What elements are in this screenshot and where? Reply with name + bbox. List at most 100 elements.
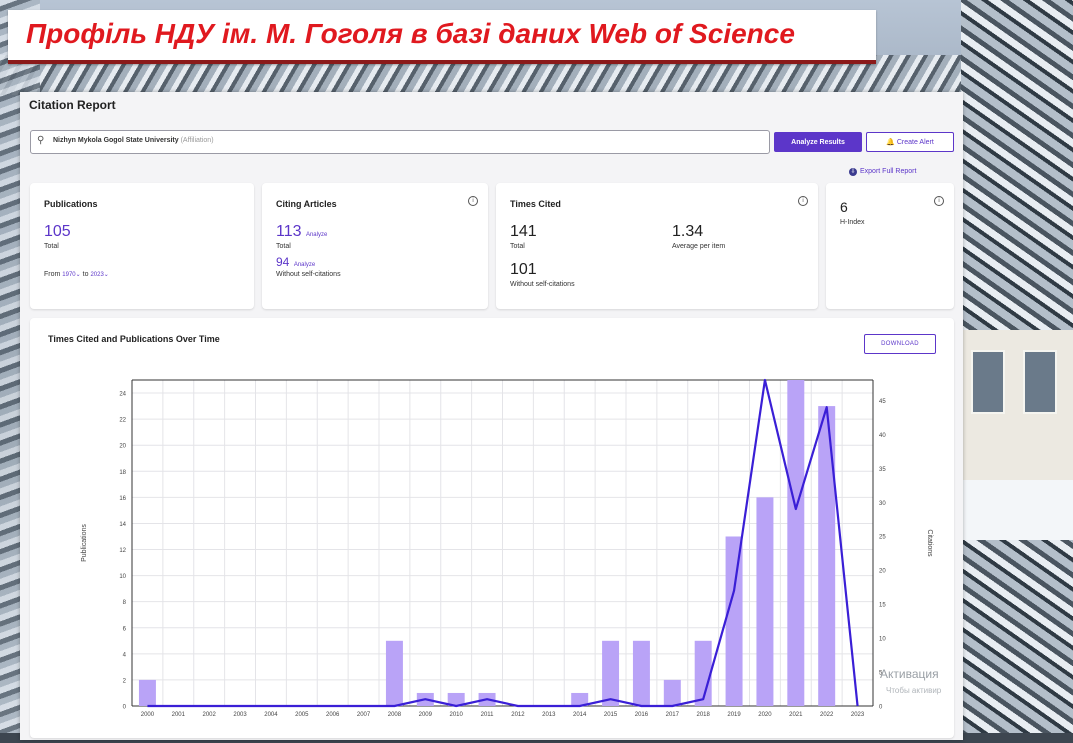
analyze-results-button[interactable]: Analyze Results <box>774 132 862 152</box>
bar-publications <box>787 380 805 706</box>
y2-tick-label: 40 <box>879 433 886 439</box>
times-cited-without-self: 101 <box>510 261 537 278</box>
y2-tick-label: 35 <box>879 467 886 473</box>
x-tick-label: 2017 <box>666 712 680 718</box>
analyze-link[interactable]: Analyze <box>306 232 327 238</box>
times-cited-without-self-label: Without self-citations <box>510 281 575 288</box>
citing-articles-title: Citing Articles <box>276 199 337 209</box>
x-tick-label: 2018 <box>697 712 711 718</box>
info-icon[interactable]: i <box>934 196 944 206</box>
x-tick-label: 2021 <box>789 712 803 718</box>
x-tick-label: 2000 <box>141 712 155 718</box>
publications-card: Publications 105 Total From 1970⌄ to 202… <box>30 183 254 309</box>
x-tick-label: 2002 <box>203 712 217 718</box>
y2-tick-label: 30 <box>879 501 886 507</box>
y2-tick-label: 25 <box>879 535 886 541</box>
windows-activation-watermark: Активация <box>880 667 939 681</box>
y-tick-label: 20 <box>119 444 126 450</box>
publications-total-label: Total <box>44 243 59 250</box>
average-per-item: 1.34 <box>672 223 704 240</box>
bar-publications <box>725 536 743 706</box>
y-tick-label: 12 <box>119 548 126 554</box>
x-tick-label: 2012 <box>511 712 525 718</box>
info-icon[interactable]: i <box>798 196 808 206</box>
to-year-select[interactable]: 2023 <box>90 272 103 278</box>
x-tick-label: 2009 <box>419 712 433 718</box>
x-tick-label: 2004 <box>264 712 278 718</box>
x-tick-label: 2023 <box>851 712 865 718</box>
export-label: Export Full Report <box>860 168 917 175</box>
title-banner: Профіль НДУ ім. М. Гоголя в базі даних W… <box>8 10 876 64</box>
x-tick-label: 2001 <box>172 712 186 718</box>
y-tick-label: 18 <box>119 470 126 476</box>
times-cited-publications-chart: 0246810121416182022240510152025303540452… <box>81 378 933 718</box>
y-tick-label: 14 <box>119 522 126 528</box>
y-tick-label: 22 <box>119 418 126 424</box>
export-icon: ⇩ <box>849 168 857 176</box>
y-tick-label: 16 <box>119 496 126 502</box>
citing-articles-count[interactable]: 113 <box>276 223 302 240</box>
y2-axis-label: Citations <box>926 529 933 557</box>
page-title: Citation Report <box>29 98 116 112</box>
times-cited-count: 141 <box>510 223 537 240</box>
export-full-report-link[interactable]: ⇩ Export Full Report <box>849 168 916 176</box>
y-tick-label: 6 <box>123 626 127 632</box>
analyze-link[interactable]: Analyze <box>294 262 315 268</box>
to-label: to <box>82 271 89 278</box>
chevron-down-icon: ⌄ <box>75 272 81 278</box>
chevron-down-icon: ⌄ <box>103 272 109 278</box>
create-alert-button[interactable]: 🔔 Create Alert <box>866 132 954 152</box>
times-cited-card: Times Cited i 141 Total 1.34 Average per… <box>496 183 818 309</box>
banner-title: Профіль НДУ ім. М. Гоголя в базі даних W… <box>26 18 795 49</box>
from-year-select[interactable]: 1970 <box>62 272 75 278</box>
search-query: Nizhyn Mykola Gogol State University <box>53 137 179 144</box>
publications-count[interactable]: 105 <box>44 223 71 241</box>
x-tick-label: 2010 <box>450 712 464 718</box>
bar-publications <box>756 497 774 706</box>
y-tick-label: 8 <box>123 600 127 606</box>
search-icon: ⚲ <box>37 135 45 146</box>
x-tick-label: 2020 <box>758 712 772 718</box>
x-tick-label: 2015 <box>604 712 618 718</box>
y2-tick-label: 10 <box>879 637 886 643</box>
x-tick-label: 2013 <box>542 712 556 718</box>
bar-publications <box>663 679 681 706</box>
x-tick-label: 2003 <box>233 712 247 718</box>
y2-tick-label: 15 <box>879 603 886 609</box>
x-tick-label: 2005 <box>295 712 309 718</box>
bar-publications <box>632 640 650 706</box>
citation-report-panel: Citation Report ⚲ Nizhyn Mykola Gogol St… <box>20 92 963 740</box>
background-building <box>963 330 1073 480</box>
y-tick-label: 4 <box>123 652 127 658</box>
h-index-label: H-Index <box>840 219 865 226</box>
y-tick-label: 0 <box>123 705 127 711</box>
background-snow <box>963 480 1073 540</box>
bar-publications <box>818 406 836 706</box>
x-tick-label: 2011 <box>481 712 495 718</box>
bar-publications <box>602 640 620 706</box>
search-input[interactable]: ⚲ Nizhyn Mykola Gogol State University (… <box>30 130 770 154</box>
info-icon[interactable]: i <box>468 196 478 206</box>
x-tick-label: 2008 <box>388 712 402 718</box>
y-tick-label: 2 <box>123 678 127 684</box>
y2-tick-label: 45 <box>879 399 886 405</box>
h-index-card: i 6 H-Index <box>826 183 954 309</box>
publications-title: Publications <box>44 199 98 209</box>
citing-total-label: Total <box>276 243 291 250</box>
bar-publications <box>138 679 156 706</box>
x-tick-label: 2022 <box>820 712 834 718</box>
y-tick-label: 24 <box>119 392 126 398</box>
building-window <box>1023 350 1057 414</box>
citing-without-self-count[interactable]: 94 <box>276 255 289 269</box>
citing-articles-card: Citing Articles i 113 Analyze Total 94 A… <box>262 183 488 309</box>
x-tick-label: 2016 <box>635 712 649 718</box>
x-tick-label: 2007 <box>357 712 371 718</box>
building-window <box>971 350 1005 414</box>
search-field-tag: (Affiliation) <box>180 137 214 144</box>
y2-tick-label: 20 <box>879 569 886 575</box>
x-tick-label: 2019 <box>727 712 741 718</box>
create-alert-label: Create Alert <box>896 139 934 146</box>
windows-activation-subtext: Чтобы активир <box>886 686 942 695</box>
x-tick-label: 2006 <box>326 712 340 718</box>
times-cited-total-label: Total <box>510 243 525 250</box>
